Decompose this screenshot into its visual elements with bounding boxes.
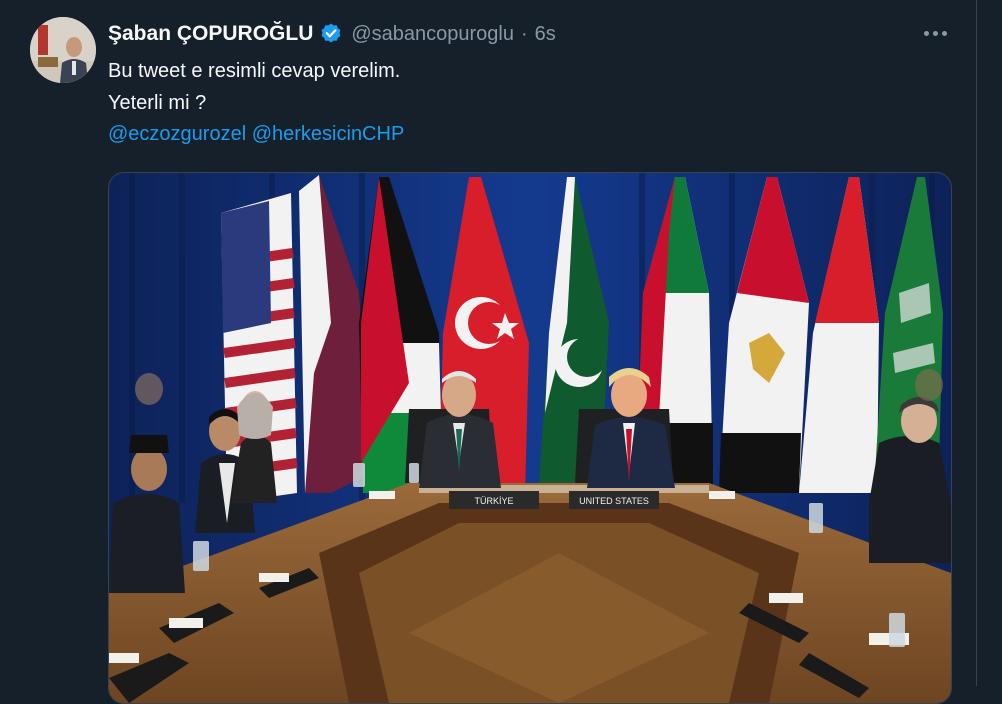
placard-turkiye: TÜRKİYE: [449, 491, 539, 509]
placard-usa-text: UNITED STATES: [579, 496, 649, 506]
tweet-timestamp[interactable]: 6s: [535, 23, 556, 46]
more-dot: [941, 30, 947, 36]
column-divider: [976, 0, 977, 686]
more-dot: [923, 30, 929, 36]
placard-usa: UNITED STATES: [569, 491, 659, 509]
author-handle[interactable]: @sabancopuroglu: [351, 23, 514, 46]
tweet-text-line-2: Yeterli mi ?: [108, 92, 207, 114]
tweet-mentions: @eczozgurozel @herkesicinCHP: [108, 123, 404, 146]
mention-link-herkesicinchp[interactable]: @herkesicinCHP: [252, 123, 405, 145]
author-name[interactable]: Şaban ÇOPUROĞLU: [108, 22, 313, 46]
verified-badge-icon: [321, 23, 341, 43]
avatar-image: [30, 17, 96, 83]
more-dot: [932, 30, 938, 36]
avatar[interactable]: [30, 17, 96, 83]
tweet-text-line-1: Bu tweet e resimli cevap verelim.: [108, 60, 401, 82]
placard-turkiye-text: TÜRKİYE: [474, 496, 513, 506]
tweet-card[interactable]: Şaban ÇOPUROĞLU @sabancopuroglu · 6s Bu …: [0, 0, 1002, 704]
meta-separator: ·: [521, 22, 528, 45]
summit-photo: TÜRKİYE UNITED STATES: [109, 173, 951, 703]
tweet-photo[interactable]: TÜRKİYE UNITED STATES: [108, 172, 952, 704]
mention-link-eczozgurozel[interactable]: @eczozgurozel: [108, 123, 246, 145]
tweet-header: Şaban ÇOPUROĞLU @sabancopuroglu · 6s: [108, 20, 556, 48]
more-options-icon[interactable]: [918, 20, 952, 46]
